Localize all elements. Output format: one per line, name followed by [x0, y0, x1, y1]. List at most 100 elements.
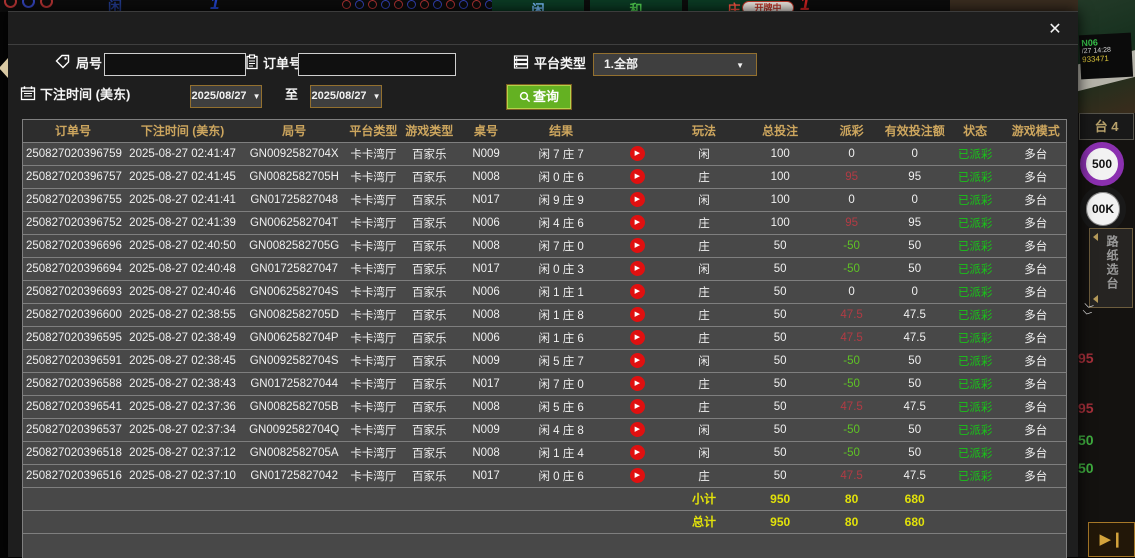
- round-input[interactable]: [104, 53, 246, 76]
- roadmap-bead-icon: [355, 0, 364, 9]
- cell-time: 2025-08-27 02:38:49: [129, 331, 236, 344]
- cell-game: 百家乐: [411, 332, 447, 345]
- bet-time-label: 下注时间 (美东): [40, 87, 131, 102]
- date-from-select[interactable]: 2025/08/27 ▼: [190, 85, 262, 108]
- cell-result: 闲 0 庄 3: [538, 263, 584, 276]
- table-video-thumbnail[interactable]: N06 /27 14:28 933471: [1078, 0, 1135, 113]
- cell-status: 已派彩: [957, 309, 993, 322]
- cell-order: 250827020396588: [26, 377, 122, 390]
- cell-platform: 卡卡湾厅: [350, 447, 397, 460]
- cell-time: 2025-08-27 02:40:50: [129, 239, 236, 252]
- cell-status: 已派彩: [957, 355, 993, 368]
- cell-game: 百家乐: [411, 171, 447, 184]
- platform-select[interactable]: 1.全部 ▼: [593, 53, 757, 76]
- cell-game: 百家乐: [411, 194, 447, 207]
- play-video-button[interactable]: ▶: [629, 261, 645, 276]
- casino-background-right: N06 /27 14:28 933471 台 4 500 00K 路纸选台 ﹀ ﹀…: [1078, 0, 1135, 557]
- cell-round: GN0092582704S: [249, 354, 339, 367]
- cell-result: 闲 7 庄 0: [538, 378, 584, 391]
- cell-play: ▶: [608, 418, 666, 441]
- table-number-badge[interactable]: 台 4: [1079, 113, 1134, 140]
- table-row: 250827020396757 2025-08-27 02:41:45 GN0082…: [23, 165, 1066, 188]
- cell-valid: 0: [911, 285, 918, 298]
- cell-order: 250827020396595: [26, 331, 122, 344]
- cell-order: 250827020396752: [26, 216, 122, 229]
- cell-valid: 0: [911, 147, 918, 160]
- panel-collapse-arrow[interactable]: [0, 58, 8, 78]
- cell-status: 已派彩: [957, 217, 993, 230]
- next-table-button[interactable]: ▶❙: [1088, 522, 1135, 557]
- play-video-button[interactable]: ▶: [629, 307, 645, 322]
- play-video-button[interactable]: ▶: [629, 376, 645, 391]
- arrow-left-icon: [1093, 233, 1098, 241]
- cell-time: 2025-08-27 02:37:34: [129, 423, 236, 436]
- cell-valid: 95: [908, 170, 922, 183]
- cell-play: ▶: [608, 280, 666, 303]
- cell-payout: 0: [848, 285, 855, 298]
- cell-payout: 95: [845, 216, 858, 229]
- cell-mode: 多台: [1024, 378, 1048, 391]
- chip-500[interactable]: 500: [1080, 142, 1124, 186]
- cell-result: 闲 1 庄 1: [538, 286, 584, 299]
- cell-mode: 多台: [1024, 217, 1048, 230]
- cell-game: 百家乐: [411, 217, 447, 230]
- cell-bet_on: 庄: [698, 309, 710, 322]
- cell-payout: -50: [843, 354, 860, 367]
- play-video-button[interactable]: ▶: [629, 468, 645, 483]
- play-video-button[interactable]: ▶: [629, 422, 645, 437]
- cell-status: 已派彩: [957, 378, 993, 391]
- table-row: 250827020396759 2025-08-27 02:41:47 GN0092…: [23, 142, 1066, 165]
- subtotal-valid-bet: 680: [904, 491, 925, 506]
- play-video-button[interactable]: ▶: [629, 169, 645, 184]
- cell-bet_on: 闲: [698, 424, 710, 437]
- date-to-select[interactable]: 2025/08/27 ▼: [310, 85, 382, 108]
- cell-mode: 多台: [1024, 148, 1048, 161]
- table-row: 250827020396541 2025-08-27 02:37:36 GN0082…: [23, 395, 1066, 418]
- cell-time: 2025-08-27 02:41:39: [129, 216, 236, 229]
- cell-time: 2025-08-27 02:38:45: [129, 354, 236, 367]
- play-video-button[interactable]: ▶: [629, 146, 645, 161]
- cell-status: 已派彩: [957, 148, 993, 161]
- table-row: 250827020396752 2025-08-27 02:41:39 GN0062…: [23, 211, 1066, 234]
- search-icon: [519, 91, 531, 103]
- cell-payout: -50: [843, 239, 860, 252]
- play-video-button[interactable]: ▶: [629, 284, 645, 299]
- play-video-button[interactable]: ▶: [629, 238, 645, 253]
- play-video-button[interactable]: ▶: [629, 399, 645, 414]
- cell-payout: 47.5: [840, 400, 863, 413]
- play-video-button[interactable]: ▶: [629, 353, 645, 368]
- search-button[interactable]: 查询: [506, 84, 572, 110]
- play-video-button[interactable]: ▶: [629, 445, 645, 460]
- bet-history-table: 订单号 下注时间 (美东) 局号 平台类型 游戏类型 桌号 结果 玩法 总投注 派彩 有效投注额 状态…: [22, 119, 1067, 558]
- cell-valid: 95: [908, 216, 922, 229]
- roadmap-table-select-tab[interactable]: 路纸选台: [1089, 228, 1133, 308]
- background-payout-value: 50: [1078, 460, 1094, 476]
- total-payout: 80: [844, 514, 859, 529]
- cell-payout: 0: [848, 147, 855, 160]
- chip-100k[interactable]: 00K: [1080, 186, 1126, 232]
- play-video-button[interactable]: ▶: [629, 330, 645, 345]
- calendar-icon: [20, 85, 36, 101]
- cell-game: 百家乐: [411, 447, 447, 460]
- cell-game: 百家乐: [411, 378, 447, 391]
- total-row: 总计 950 80 680: [23, 510, 1066, 533]
- subtotal-payout: 80: [844, 491, 859, 506]
- cell-result: 闲 4 庄 8: [538, 424, 584, 437]
- close-button[interactable]: ✕: [1044, 19, 1066, 41]
- column-header-9: 玩法: [666, 120, 742, 142]
- cell-order: 250827020396541: [26, 400, 122, 413]
- cell-total: 50: [773, 354, 787, 367]
- cell-result: 闲 7 庄 7: [538, 148, 584, 161]
- cell-valid: 47.5: [903, 469, 926, 482]
- cell-play: ▶: [608, 257, 666, 280]
- cell-valid: 47.5: [903, 400, 926, 413]
- cell-round: GN01725827048: [250, 193, 338, 206]
- table-sign: N06 /27 14:28 933471: [1078, 32, 1134, 80]
- order-input[interactable]: [298, 53, 456, 76]
- play-video-button[interactable]: ▶: [629, 215, 645, 230]
- subtotal-row: 小计 950 80 680: [23, 487, 1066, 510]
- cell-valid: 50: [908, 262, 922, 275]
- cell-result: 闲 1 庄 6: [538, 332, 584, 345]
- order-filter-label: 订单号: [263, 56, 303, 71]
- play-video-button[interactable]: ▶: [629, 192, 645, 207]
